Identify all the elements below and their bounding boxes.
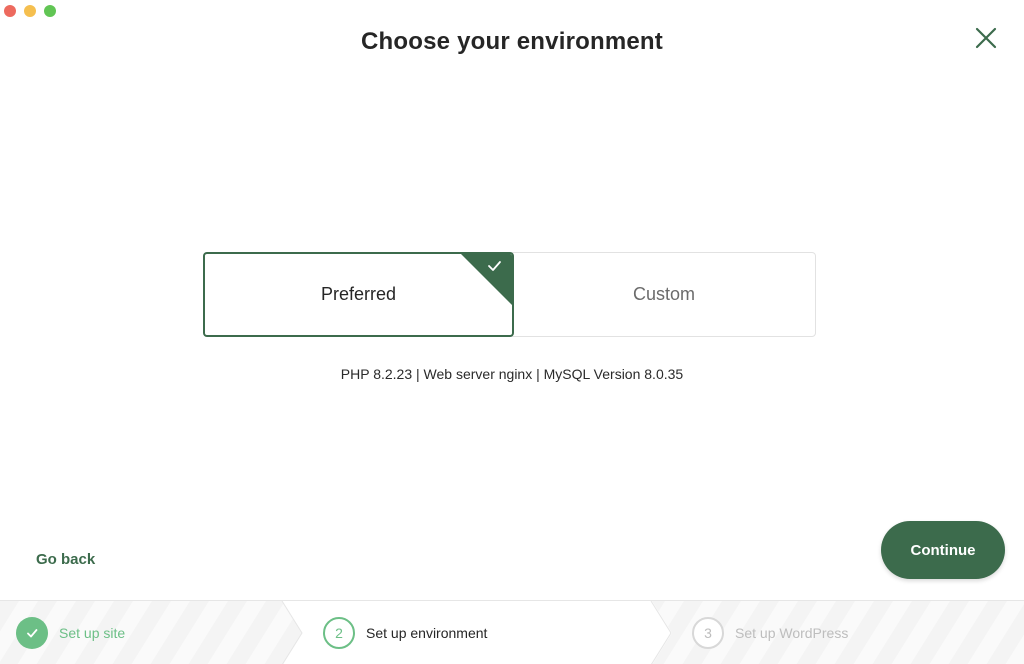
step-set-up-environment[interactable]: 2 Set up environment <box>323 601 487 664</box>
environment-option-label: Custom <box>632 284 695 304</box>
step-label: Set up site <box>59 625 126 641</box>
close-icon <box>975 27 997 49</box>
environment-toggle: Custom Preferred <box>203 252 816 337</box>
environment-option-custom[interactable]: Custom <box>512 252 816 337</box>
step-set-up-wordpress: 3 Set up WordPress <box>692 601 848 664</box>
go-back-link[interactable]: Go back <box>36 551 95 568</box>
close-button[interactable] <box>974 26 998 50</box>
window-close-dot[interactable] <box>4 5 16 17</box>
environment-option-label: Preferred <box>320 284 397 304</box>
continue-button[interactable]: Continue <box>881 521 1005 579</box>
window-zoom-dot[interactable] <box>44 5 56 17</box>
step-number: 3 <box>692 617 724 649</box>
environment-option-preferred[interactable]: Preferred <box>203 252 514 337</box>
environment-details: PHP 8.2.23 | Web server nginx | MySQL Ve… <box>340 366 684 382</box>
step-label: Set up environment <box>366 625 488 641</box>
step-label: Set up WordPress <box>735 625 849 641</box>
checkmark-icon <box>27 629 38 638</box>
step-complete-indicator <box>16 617 48 649</box>
stepper-background <box>0 601 1024 664</box>
step-progress-bar: Set up site 2 Set up environment 3 Set u… <box>0 600 1024 664</box>
window-minimize-dot[interactable] <box>24 5 36 17</box>
window-controls <box>4 5 56 17</box>
page-title: Choose your environment <box>361 28 663 55</box>
step-set-up-site[interactable]: Set up site <box>16 601 125 664</box>
step-number: 2 <box>323 617 355 649</box>
selected-corner-badge <box>461 254 512 305</box>
